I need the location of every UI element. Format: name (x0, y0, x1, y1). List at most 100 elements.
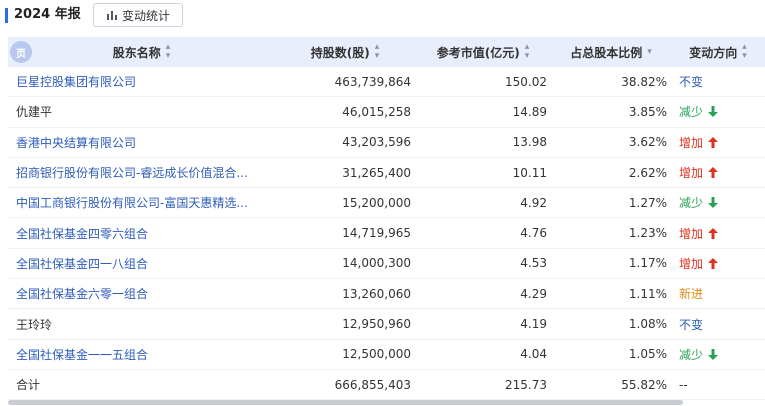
col-header-shares[interactable]: 持股数(股) ▴ ▾ (275, 37, 415, 67)
shareholder-name-cell: 全国社保基金一一五组合 (8, 340, 275, 369)
change-direction-cell: 减少 (671, 97, 765, 126)
col-header-ratio-label: 占总股本比例 (570, 45, 643, 60)
shareholder-name-link[interactable]: 巨星控股集团有限公司 (16, 73, 136, 90)
market-value-cell: 150.02 (505, 74, 547, 89)
sort-icon: ▴ ▾ (165, 42, 171, 61)
report-header: 2024 年报 变动统计 (0, 0, 765, 30)
share-ratio-cell: 1.11% (628, 286, 667, 301)
share-ratio-cell: 1.23% (628, 226, 667, 241)
change-direction-label: 不变 (679, 317, 704, 332)
change-stats-button[interactable]: 变动统计 (93, 3, 183, 27)
shares-cell: 14,000,300 (342, 256, 411, 271)
shares-cell: 31,265,400 (342, 165, 411, 180)
shares-cell: 14,719,965 (342, 226, 411, 241)
share-ratio-cell: 3.62% (628, 135, 667, 150)
change-direction: 减少 (679, 194, 719, 211)
change-direction-label: 增加 (679, 166, 704, 181)
shareholder-name-link[interactable]: 全国社保基金六零一组合 (16, 285, 148, 302)
change-direction-cell: -- (671, 370, 765, 399)
arrow-up-icon (708, 136, 719, 148)
change-direction-label: 减少 (679, 347, 704, 362)
change-direction-cell: 增加 (671, 128, 765, 157)
change-direction-label: 增加 (679, 226, 704, 241)
shareholder-name-link[interactable]: 招商银行股份有限公司-睿远成长价值混合... (16, 164, 248, 181)
shareholder-name-link[interactable]: 香港中央结算有限公司 (16, 134, 136, 151)
change-direction: 增加 (679, 255, 719, 272)
arrow-up-icon (708, 227, 719, 239)
table-row: 全国社保基金六零一组合 13,260,060 4.29 1.11% 新进 (8, 279, 765, 310)
shareholder-name: 合计 (16, 378, 41, 393)
shareholder-name-cell: 全国社保基金四一八组合 (8, 249, 275, 278)
change-stats-label: 变动统计 (121, 8, 170, 23)
horizontal-scrollbar[interactable] (8, 400, 683, 405)
table-row: 巨星控股集团有限公司 463,739,864 150.02 38.82% 不变 (8, 67, 765, 98)
arrow-down-icon (708, 106, 719, 118)
shareholder-name-link[interactable]: 全国社保基金一一五组合 (16, 346, 148, 363)
share-ratio-cell: 1.05% (628, 347, 667, 362)
change-direction-label: -- (679, 377, 688, 392)
shareholder-name-link[interactable]: 全国社保基金四零六组合 (16, 225, 148, 242)
shareholder-name-cell: 中国工商银行股份有限公司-富国天惠精选... (8, 188, 275, 217)
col-header-name[interactable]: 股东名称 ▴ ▾ (8, 37, 275, 67)
shares-cell: 15,200,000 (342, 195, 411, 210)
market-value-cell: 14.89 (512, 104, 547, 119)
change-direction: 新进 (679, 285, 703, 302)
share-ratio-cell: 38.82% (621, 74, 667, 89)
change-direction: 增加 (679, 134, 719, 151)
shares-cell: 666,855,403 (334, 377, 411, 392)
report-year-title: 2024 年报 (14, 7, 81, 22)
change-direction: 增加 (679, 225, 719, 242)
table-row: 合计 666,855,403 215.73 55.82% -- (8, 370, 765, 401)
change-direction-label: 增加 (679, 135, 704, 150)
col-header-value[interactable]: 参考市值(亿元) ▴ ▾ (415, 37, 551, 67)
shareholder-name-cell: 王玲玲 (8, 309, 275, 338)
shareholder-name-cell: 全国社保基金四零六组合 (8, 218, 275, 247)
change-direction-cell: 增加 (671, 218, 765, 247)
share-ratio-cell: 2.62% (628, 165, 667, 180)
shares-cell: 13,260,060 (342, 286, 411, 301)
page-badge[interactable]: 页 (10, 41, 32, 63)
table-row: 全国社保基金四一八组合 14,000,300 4.53 1.17% 增加 (8, 249, 765, 280)
col-header-change[interactable]: 变动方向 ▴ ▾ (671, 37, 765, 67)
arrow-down-icon (708, 348, 719, 360)
change-direction: 不变 (679, 73, 703, 90)
change-direction-label: 增加 (679, 256, 704, 271)
sort-icon: ▴ ▾ (524, 42, 530, 61)
shareholder-name-cell: 全国社保基金六零一组合 (8, 279, 275, 308)
market-value-cell: 4.19 (520, 317, 547, 332)
change-direction-cell: 新进 (671, 279, 765, 308)
change-direction-cell: 增加 (671, 158, 765, 187)
shareholder-name-link[interactable]: 中国工商银行股份有限公司-富国天惠精选... (16, 194, 248, 211)
sort-desc-icon: ▾ (647, 46, 652, 57)
sort-icon: ▴ ▾ (742, 42, 747, 61)
change-direction: -- (679, 378, 688, 392)
col-header-value-label: 参考市值(亿元) (436, 45, 520, 60)
table-row: 全国社保基金一一五组合 12,500,000 4.04 1.05% 减少 (8, 340, 765, 370)
shareholder-name-cell: 招商银行股份有限公司-睿远成长价值混合... (8, 158, 275, 187)
table-row: 仇建平 46,015,258 14.89 3.85% 减少 (8, 97, 765, 128)
change-direction: 减少 (679, 103, 719, 120)
change-direction-cell: 减少 (671, 340, 765, 369)
share-ratio-cell: 1.27% (628, 195, 667, 210)
shares-cell: 43,203,596 (342, 135, 411, 150)
table-row: 全国社保基金四零六组合 14,719,965 4.76 1.23% 增加 (8, 218, 765, 249)
market-value-cell: 4.53 (520, 256, 547, 271)
shareholder-name-cell: 合计 (8, 370, 275, 399)
change-direction: 减少 (679, 346, 719, 363)
col-header-ratio[interactable]: 占总股本比例 ▾ (551, 37, 671, 67)
change-direction-cell: 减少 (671, 188, 765, 217)
table-body: 巨星控股集团有限公司 463,739,864 150.02 38.82% 不变 仇建平 46… (8, 67, 765, 401)
arrow-up-icon (708, 257, 719, 269)
change-direction-label: 减少 (679, 105, 704, 120)
table-row: 招商银行股份有限公司-睿远成长价值混合... 31,265,400 10.11 2.6… (8, 158, 765, 189)
market-value-cell: 4.76 (520, 226, 547, 241)
table-row: 香港中央结算有限公司 43,203,596 13.98 3.62% 增加 (8, 128, 765, 158)
shareholder-name-cell: 仇建平 (8, 97, 275, 126)
shareholder-name-cell: 香港中央结算有限公司 (8, 128, 275, 157)
shareholder-name-link[interactable]: 全国社保基金四一八组合 (16, 255, 148, 272)
change-direction-label: 不变 (679, 75, 704, 90)
shareholder-name: 王玲玲 (16, 317, 53, 332)
share-ratio-cell: 3.85% (628, 104, 667, 119)
shares-cell: 46,015,258 (342, 104, 411, 119)
col-header-shares-label: 持股数(股) (310, 45, 370, 60)
